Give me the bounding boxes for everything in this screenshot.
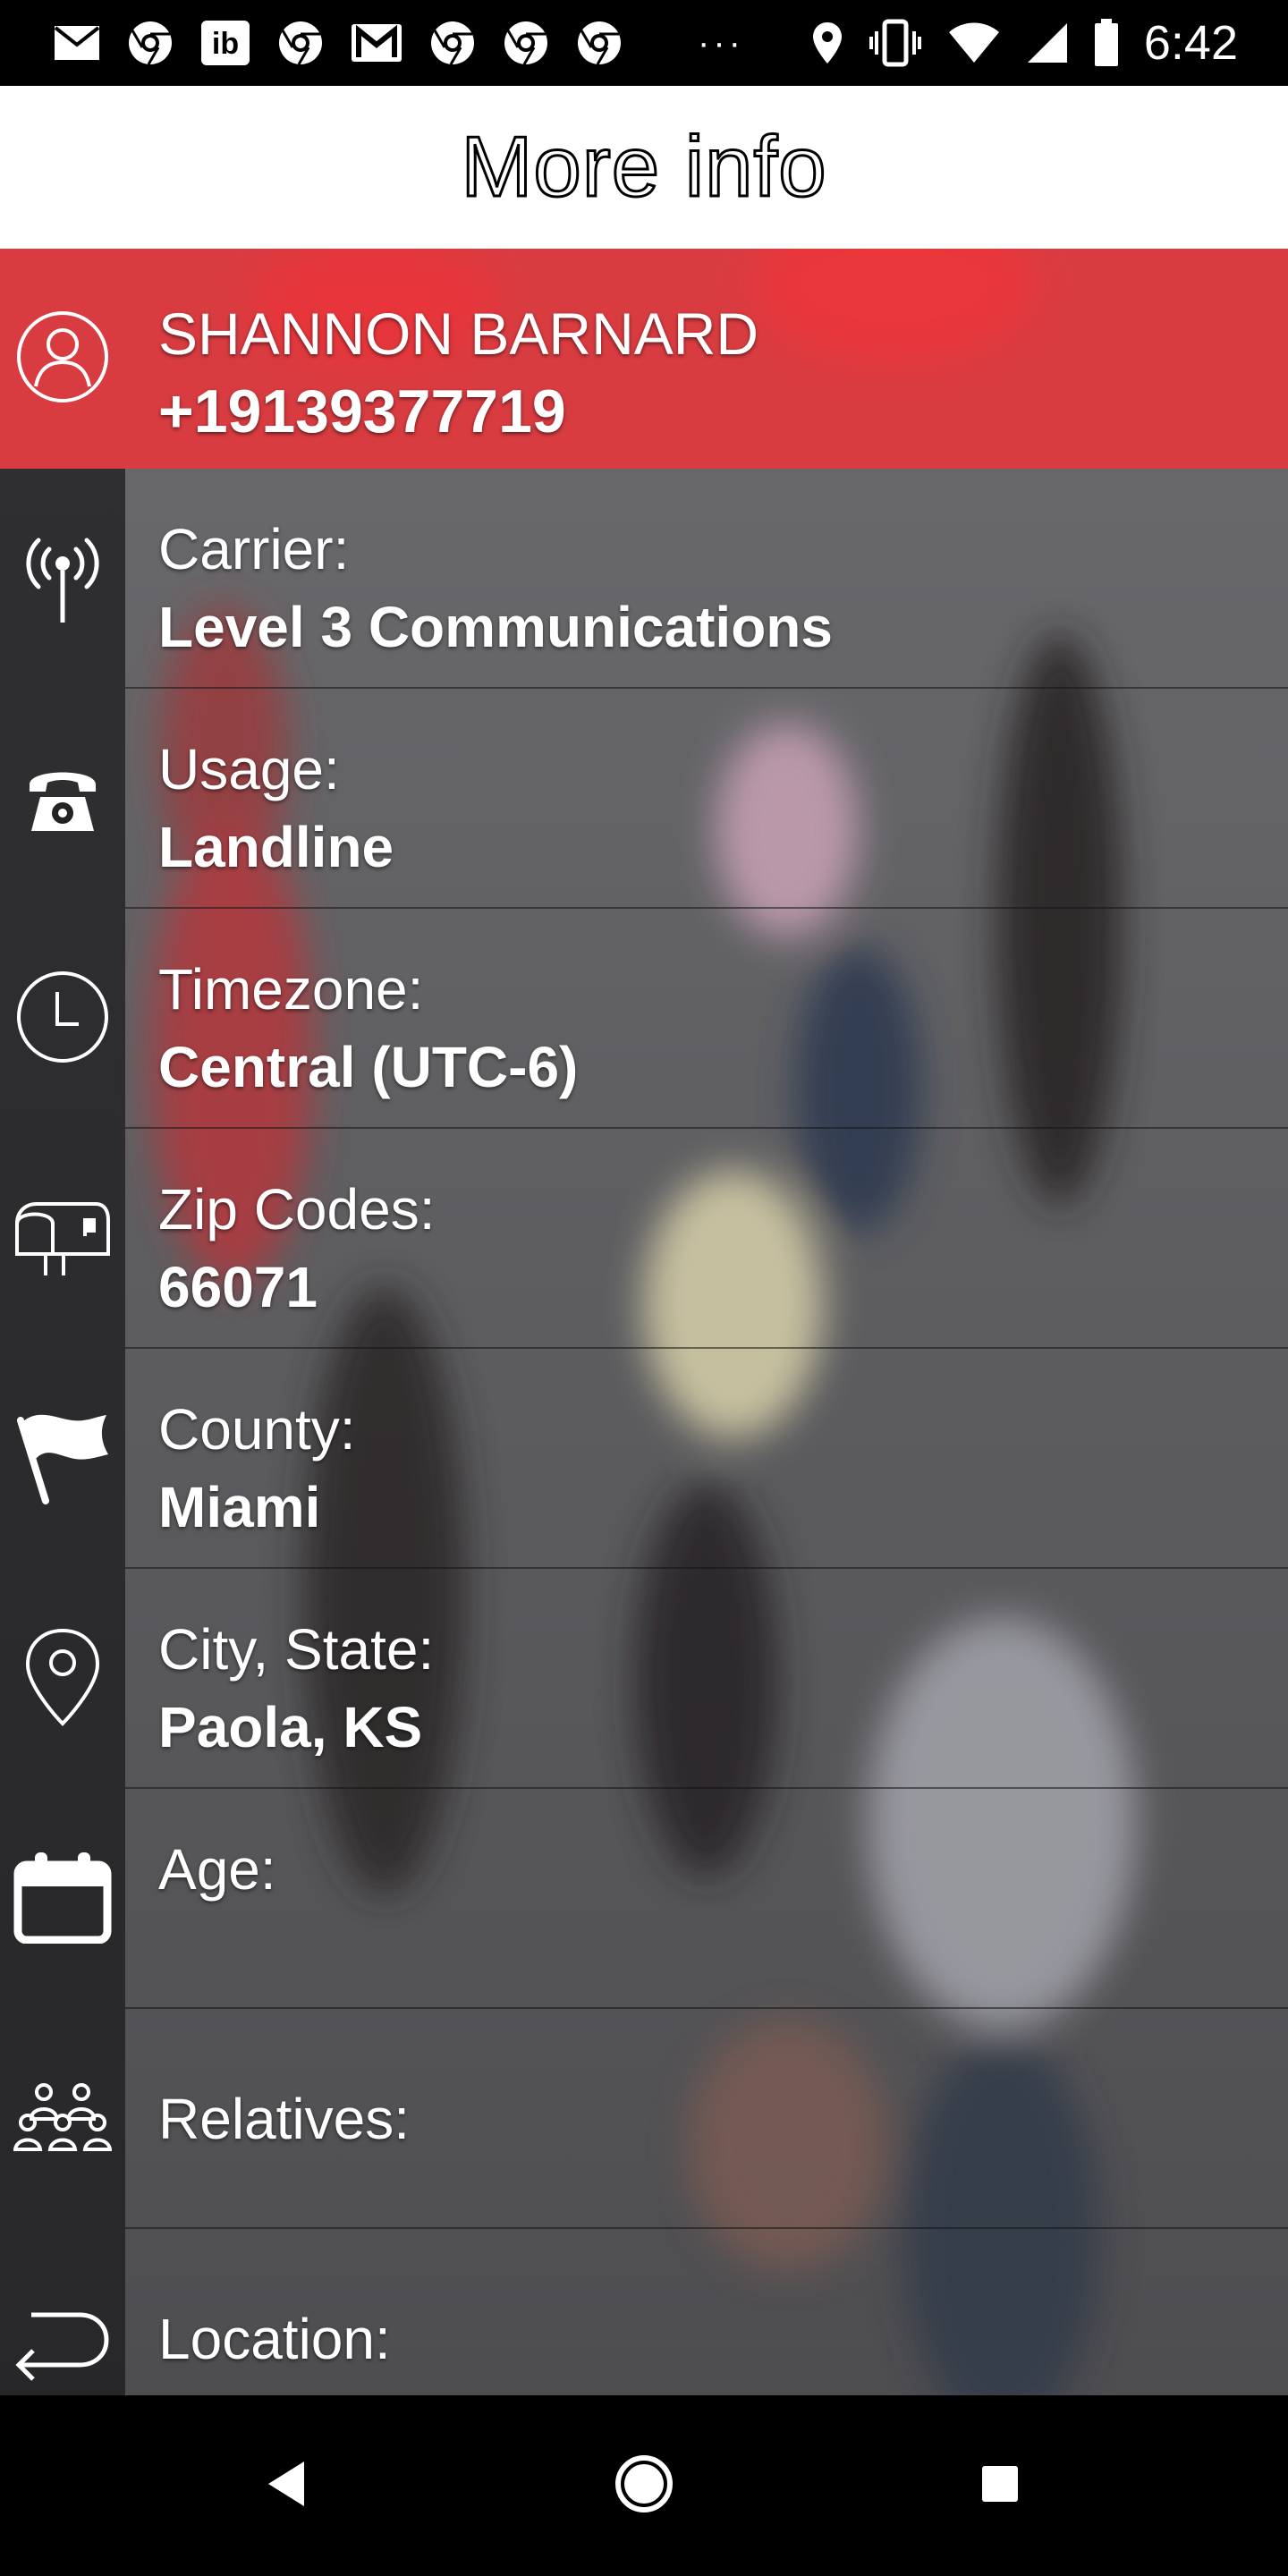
zip-value: 66071 — [158, 1255, 318, 1319]
zip-label: Zip Codes: — [158, 1177, 436, 1241]
county-label: County: — [158, 1397, 356, 1462]
carrier-label: Carrier: — [158, 517, 350, 581]
map-pin-icon — [24, 1627, 101, 1732]
more-dots-icon: ··· — [698, 22, 744, 63]
clock-time: 6:42 — [1143, 16, 1238, 70]
info-row-county: County: Miami — [0, 1349, 1288, 1569]
page-title: More info — [460, 118, 827, 216]
home-button[interactable] — [555, 2395, 733, 2576]
info-row-timezone: Timezone: Central (UTC-6) — [0, 909, 1288, 1129]
info-row-city-state: City, State: Paola, KS — [0, 1569, 1288, 1789]
county-value: Miami — [158, 1475, 321, 1539]
flag-icon — [13, 1408, 112, 1511]
info-row-location: Location: — [0, 2229, 1288, 2395]
timezone-label: Timezone: — [158, 957, 424, 1021]
gmail-icon — [351, 23, 402, 63]
carrier-value: Level 3 Communications — [158, 595, 833, 659]
app-bar: More info — [0, 86, 1288, 249]
chrome-icon — [277, 20, 324, 66]
chrome-icon — [576, 20, 623, 66]
return-arrow-icon — [13, 2288, 112, 2391]
vibrate-icon — [869, 19, 922, 67]
back-button[interactable] — [197, 2395, 376, 2576]
ib-icon: ib — [200, 20, 250, 66]
usage-value: Landline — [158, 815, 394, 879]
owner-row: SHANNON BARNARD +19139377719 — [0, 249, 1288, 469]
owner-icon-cell — [0, 249, 125, 469]
navigation-bar — [0, 2395, 1288, 2576]
owner-phone: +19139377719 — [158, 377, 566, 445]
usage-label: Usage: — [158, 737, 340, 801]
chrome-icon — [503, 20, 549, 66]
mailbox-icon — [13, 1197, 112, 1282]
owner-name: SHANNON BARNARD — [158, 301, 759, 367]
mail-icon — [54, 25, 100, 61]
clock-icon — [16, 970, 109, 1068]
battery-icon — [1094, 19, 1119, 67]
info-row-age: Age: — [0, 1789, 1288, 2009]
status-bar: ib ··· 6:42 — [0, 0, 1288, 86]
antenna-icon — [22, 528, 103, 631]
home-icon — [614, 2454, 674, 2518]
ib-text: ib — [212, 27, 239, 61]
calendar-icon — [13, 1851, 112, 1948]
city-state-value: Paola, KS — [158, 1695, 423, 1759]
wifi-icon — [947, 21, 1001, 64]
cell-signal-icon — [1026, 21, 1069, 64]
info-row-zip: Zip Codes: 66071 — [0, 1129, 1288, 1349]
location-label: Location: — [158, 2307, 391, 2371]
recents-button[interactable] — [911, 2395, 1089, 2576]
relatives-label: Relatives: — [158, 2087, 410, 2151]
chrome-icon — [429, 20, 476, 66]
system-status-icons: 6:42 — [811, 13, 1238, 73]
chrome-icon — [127, 20, 174, 66]
back-icon — [265, 2460, 308, 2512]
info-row-usage: Usage: Landline — [0, 689, 1288, 909]
people-icon — [13, 2081, 113, 2157]
info-row-relatives: Relatives: — [0, 2009, 1288, 2229]
info-list: SHANNON BARNARD +19139377719 Carrier: Le… — [0, 249, 1288, 2395]
person-icon — [16, 310, 109, 408]
telephone-icon — [24, 759, 101, 839]
timezone-value: Central (UTC-6) — [158, 1035, 579, 1099]
notification-icons: ib ··· — [54, 16, 744, 70]
recents-icon — [980, 2464, 1020, 2508]
info-row-carrier: Carrier: Level 3 Communications — [0, 469, 1288, 689]
location-pin-icon — [811, 21, 843, 65]
city-state-label: City, State: — [158, 1617, 435, 1682]
age-label: Age: — [158, 1837, 276, 1902]
